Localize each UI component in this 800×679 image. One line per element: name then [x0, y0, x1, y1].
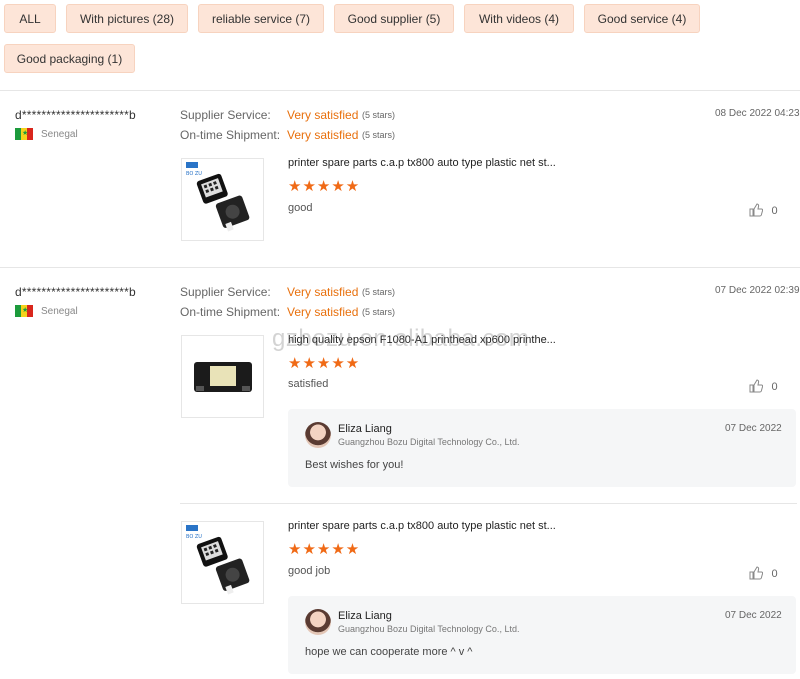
- reply-message: hope we can cooperate more ^ v ^: [305, 646, 473, 658]
- ontime-shipment-value: Very satisfied: [287, 128, 359, 142]
- product-thumbnail[interactable]: BO ZU: [181, 158, 264, 241]
- review-text: good job: [288, 565, 331, 577]
- svg-text:BO ZU: BO ZU: [186, 171, 202, 177]
- like-count: 0: [771, 381, 778, 393]
- printhead-image-icon: [194, 362, 252, 392]
- rating-stars: ★★★★★: [288, 541, 361, 558]
- product-title-link[interactable]: printer spare parts c.a.p tx800 auto typ…: [288, 520, 556, 532]
- reply-company: Guangzhou Bozu Digital Technology Co., L…: [338, 624, 520, 634]
- supplier-service-label: Supplier Service:: [180, 285, 271, 299]
- thumbs-up-icon: [749, 379, 764, 393]
- supplier-service-value: Very satisfied: [287, 108, 359, 122]
- avatar: [305, 609, 331, 635]
- senegal-flag-icon: ★: [15, 128, 33, 140]
- filter-chip-reliable-service[interactable]: reliable service (7): [198, 4, 324, 33]
- supplier-service-label: Supplier Service:: [180, 108, 271, 122]
- thumbs-up-icon: [749, 203, 764, 217]
- reviewer-country: Senegal: [41, 306, 78, 317]
- filter-chip-with-pictures[interactable]: With pictures (28): [66, 4, 188, 33]
- reply-company: Guangzhou Bozu Digital Technology Co., L…: [338, 437, 520, 447]
- rating-stars: ★★★★★: [288, 355, 361, 372]
- supplier-service-value: Very satisfied: [287, 285, 359, 299]
- svg-text:BO ZU: BO ZU: [186, 534, 202, 540]
- review-date: 07 Dec 2022 02:39: [715, 285, 800, 296]
- supplier-service-stars: (5 stars): [362, 110, 396, 120]
- product-thumbnail[interactable]: [181, 335, 264, 418]
- reply-author-name: Eliza Liang: [338, 610, 392, 622]
- filter-chip-good-service[interactable]: Good service (4): [584, 4, 700, 33]
- divider: [0, 267, 800, 268]
- reviewer-name: d**********************b: [15, 285, 136, 299]
- like-button[interactable]: 0: [749, 564, 778, 582]
- ontime-shipment-stars: (5 stars): [362, 130, 396, 140]
- reply-message: Best wishes for you!: [305, 459, 404, 471]
- reply-date: 07 Dec 2022: [725, 610, 782, 621]
- filter-chip-good-packaging[interactable]: Good packaging (1): [4, 44, 135, 73]
- product-thumbnail[interactable]: BO ZU: [181, 521, 264, 604]
- reply-author-name: Eliza Liang: [338, 423, 392, 435]
- avatar: [305, 422, 331, 448]
- supplier-service-stars: (5 stars): [362, 287, 396, 297]
- review-date: 08 Dec 2022 04:23: [715, 108, 800, 119]
- divider: [0, 90, 800, 91]
- product-title-link[interactable]: printer spare parts c.a.p tx800 auto typ…: [288, 157, 556, 169]
- thumbs-up-icon: [749, 566, 764, 580]
- capping-station-image-icon: BO ZU: [186, 525, 250, 595]
- supplier-reply: Eliza Liang Guangzhou Bozu Digital Techn…: [288, 409, 796, 487]
- filter-chip-all[interactable]: ALL: [4, 4, 56, 33]
- review-text: satisfied: [288, 378, 329, 390]
- reply-date: 07 Dec 2022: [725, 423, 782, 434]
- like-count: 0: [771, 205, 778, 217]
- filter-chip-good-supplier[interactable]: Good supplier (5): [334, 4, 454, 33]
- reviewer-name: d**********************b: [15, 108, 136, 122]
- ontime-shipment-label: On-time Shipment:: [180, 128, 281, 142]
- review-text: good: [288, 202, 313, 214]
- senegal-flag-icon: ★: [15, 305, 33, 317]
- reviewer-country: Senegal: [41, 129, 78, 140]
- capping-station-image-icon: BO ZU: [186, 162, 250, 232]
- ontime-shipment-value: Very satisfied: [287, 305, 359, 319]
- like-count: 0: [771, 568, 778, 580]
- like-button[interactable]: 0: [749, 377, 778, 395]
- rating-stars: ★★★★★: [288, 178, 361, 195]
- supplier-reply: Eliza Liang Guangzhou Bozu Digital Techn…: [288, 596, 796, 674]
- like-button[interactable]: 0: [749, 201, 778, 219]
- ontime-shipment-label: On-time Shipment:: [180, 305, 281, 319]
- filter-chip-with-videos[interactable]: With videos (4): [464, 4, 574, 33]
- divider: [180, 503, 797, 504]
- ontime-shipment-stars: (5 stars): [362, 307, 396, 317]
- watermark: gzbozu.en.alibaba.com: [272, 325, 530, 352]
